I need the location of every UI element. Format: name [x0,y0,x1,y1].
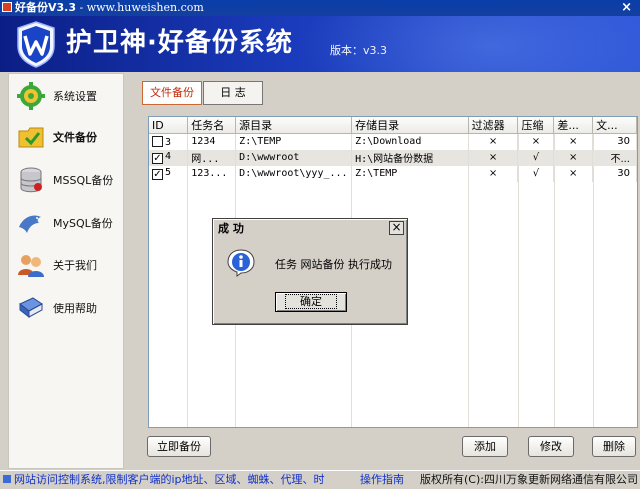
tab-log[interactable]: 日 志 [203,81,263,105]
filter-cell: × [468,133,519,150]
id-cell: ✓ 5 [149,165,189,182]
sidebar-item-label: MySQL备份 [53,217,113,230]
delete-button[interactable]: 删除 [592,436,636,457]
id-cell: 3 [149,133,189,150]
backup-now-button[interactable]: 立即备份 [147,436,211,457]
column-header-source-dir[interactable]: 源目录 [235,117,353,134]
sidebar-item-about-us[interactable]: 关于我们 [9,247,125,283]
compress-cell: × [517,133,555,150]
dialog-message: 任务 网站备份 执行成功 [275,258,392,271]
column-header-compress[interactable]: 压缩 [517,117,555,134]
add-button[interactable]: 添加 [462,436,508,457]
row-id: 3 [165,136,172,148]
dialog-ok-label: 确定 [285,294,337,309]
header-banner: 护卫神·好备份系统 版本：v3.3 [0,16,640,72]
table-row[interactable]: ✓ 5 123... D:\wwwroot\yyy_... Z:\TEMP × √… [149,165,637,182]
bullet-icon [3,475,11,483]
source-dir-cell: Z:\TEMP [235,133,353,150]
version-label: 版本：v3.3 [330,44,388,57]
edit-button[interactable]: 修改 [528,436,574,457]
sidebar-item-file-backup[interactable]: 文件备份 [9,119,125,155]
row-checkbox-checked[interactable]: ✓ [152,153,163,164]
sidebar-item-label: 系统设置 [53,90,97,103]
info-icon [227,249,255,277]
sidebar-item-label: MSSQL备份 [53,174,114,187]
file-cell: 30 [592,165,637,182]
diff-cell: × [553,165,594,182]
operation-guide-link[interactable]: 操作指南 [360,471,404,489]
column-header-filter[interactable]: 过滤器 [468,117,519,134]
copyright-text: 版权所有(C):四川万象更新网络通信有限公司 [420,473,638,486]
window-title-separator: - [76,1,87,14]
database-icon [20,167,42,193]
status-marquee-text: 网站访问控制系统,限制客户端的ip地址、区域、蜘蛛、代理、时 [14,473,325,486]
column-header-id[interactable]: ID [149,117,189,134]
column-header-diff[interactable]: 差... [553,117,594,134]
window-title: 好备份V3.3 [15,1,76,14]
file-cell: 不... [592,149,637,166]
gear-icon [17,82,45,110]
dialog-title: 成 功 [215,221,405,237]
row-checkbox[interactable] [152,135,163,147]
compress-cell: √ [517,149,555,166]
sidebar-item-mysql-backup[interactable]: MySQL备份 [9,205,125,241]
diff-cell: × [553,149,594,166]
status-marquee-link[interactable]: 网站访问控制系统,限制客户端的ip地址、区域、蜘蛛、代理、时 [0,471,325,489]
diff-cell: × [553,133,594,150]
book-icon [19,297,43,319]
column-header-task-name[interactable]: 任务名 [187,117,237,134]
column-header-file[interactable]: 文... [592,117,637,134]
shield-logo-icon [17,21,55,68]
sidebar-item-label: 关于我们 [53,259,97,272]
table-row[interactable]: 3 1234 Z:\TEMP Z:\Download × × × 30 [149,133,637,150]
users-icon [18,255,44,277]
dolphin-icon [19,215,41,233]
filter-cell: × [468,165,519,182]
dialog-close-button[interactable]: × [389,221,404,235]
task-name-cell: 1234 [187,133,237,150]
column-header-target-dir[interactable]: 存储目录 [351,117,469,134]
target-dir-cell: H:\网站备份数据 [351,149,469,166]
source-dir-cell: D:\wwwroot [235,149,353,166]
task-name-cell: 123... [187,165,237,182]
row-id: 4 [165,151,172,162]
source-dir-cell: D:\wwwroot\yyy_... [235,165,353,182]
sidebar-item-label: 文件备份 [53,131,97,144]
sidebar-item-system-settings[interactable]: 系统设置 [9,78,125,114]
window-titlebar: 好备份V3.3 - www.huweishen.com × [0,0,640,16]
row-checkbox-checked[interactable]: ✓ [152,169,163,180]
target-dir-cell: Z:\TEMP [351,165,469,182]
file-cell: 30 [592,133,637,150]
sidebar-item-help[interactable]: 使用帮助 [9,290,125,326]
table-row[interactable]: ✓ 4 网... D:\wwwroot H:\网站备份数据 × √ × 不... [149,149,637,166]
app-title: 护卫神·好备份系统 [66,28,293,58]
status-bar: 网站访问控制系统,限制客户端的ip地址、区域、蜘蛛、代理、时 操作指南 版权所有… [0,470,640,489]
dialog-ok-button[interactable]: 确定 [275,292,347,312]
target-dir-cell: Z:\Download [351,133,469,150]
sidebar-item-mssql-backup[interactable]: MSSQL备份 [9,162,125,198]
compress-cell: √ [517,165,555,182]
tab-file-backup[interactable]: 文件备份 [142,81,202,105]
id-cell: ✓ 4 [149,149,189,166]
sidebar-item-label: 使用帮助 [53,302,97,315]
app-icon [2,2,12,12]
folder-backup-icon [18,127,44,148]
window-title-url: www.huweishen.com [86,1,204,14]
window-close-button[interactable]: × [621,1,632,15]
table-header-row: ID 任务名 源目录 存储目录 过滤器 压缩 差... 文... [149,117,637,134]
filter-cell: × [468,149,519,166]
task-name-cell: 网... [187,149,237,166]
success-dialog: 成 功 × 任务 网站备份 执行成功 确定 [212,218,408,325]
task-grid: ID 任务名 源目录 存储目录 过滤器 压缩 差... 文... 3 1234 … [149,117,637,182]
row-id: 5 [165,167,172,178]
sidebar: 系统设置 文件备份 MSSQL备份 MySQL备份 关于我们 使用帮助 [8,73,124,469]
